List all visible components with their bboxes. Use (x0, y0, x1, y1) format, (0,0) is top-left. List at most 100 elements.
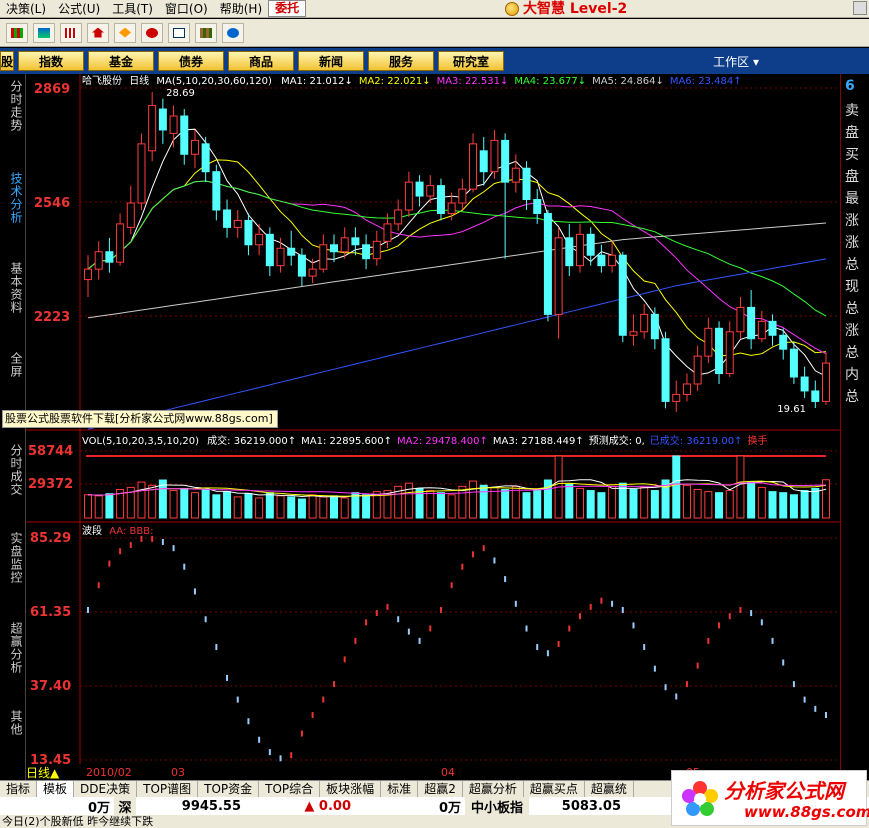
wave-mark (675, 693, 678, 700)
kline-header: 哈飞股份 日线 MA(5,10,20,30,60,120) MA1: 21.01… (82, 74, 742, 87)
toolbar-home-icon[interactable] (87, 22, 109, 43)
volume-bar (789, 494, 798, 519)
toolbar-diamond-icon[interactable] (114, 22, 136, 43)
ma-value: MA2: 22.021↓ (359, 76, 431, 87)
nav-fund[interactable]: 基金 (88, 51, 154, 71)
volume-bar (800, 490, 809, 519)
candle-body (747, 306, 756, 340)
candle-body (158, 108, 167, 131)
toolbar-candles-icon[interactable] (60, 22, 82, 43)
volume-bar (704, 491, 713, 519)
candle-body (479, 150, 488, 173)
candle-body (693, 355, 702, 385)
wave-mark (439, 606, 442, 613)
volume-bar (276, 495, 285, 519)
toolbar-books-icon[interactable] (195, 22, 217, 43)
volume-bar (233, 496, 242, 519)
bottom-tab[interactable]: 指标 (0, 781, 38, 797)
candle-body (779, 334, 788, 350)
tab-fullscreen[interactable]: 全屏 (3, 352, 23, 378)
volume-bar (811, 487, 820, 519)
nav-service[interactable]: 服务 (368, 51, 434, 71)
volume-bar (94, 495, 103, 519)
volume-bar (501, 489, 510, 519)
bottom-tab[interactable]: 超赢分析 (463, 781, 524, 797)
watermark-banner[interactable]: 股票公式股票软件下载[分析家公式网www.88gs.com] (2, 410, 278, 428)
nav-commodity[interactable]: 商品 (228, 51, 294, 71)
quote-label: 涨 (845, 235, 859, 251)
wave-mark (354, 637, 357, 644)
bottom-tab[interactable]: 超赢统 (585, 781, 634, 797)
menu-help[interactable]: 帮助(H) (214, 0, 268, 18)
candle-body (426, 185, 435, 197)
wave-mark (450, 582, 453, 589)
candle-body (244, 219, 253, 246)
nav-stock[interactable]: 股 (0, 51, 14, 71)
wave-mark (279, 755, 282, 762)
quote-label: 6 (845, 78, 855, 94)
candle-body (169, 115, 178, 134)
minimize-icon[interactable] (853, 1, 867, 15)
ma-value: MA1: 21.012↓ (281, 76, 353, 87)
menu-window[interactable]: 窗口(O) (159, 0, 214, 18)
bottom-tab[interactable]: 超赢2 (418, 781, 463, 797)
bottom-tab[interactable]: 板块涨幅 (320, 781, 382, 797)
menu-formula[interactable]: 公式(U) (52, 0, 106, 18)
volume-bar (522, 492, 531, 519)
bottom-tab[interactable]: 标准 (381, 781, 419, 797)
menu-entrust[interactable]: 委托 (268, 0, 307, 17)
bottom-tab[interactable]: 超赢买点 (524, 781, 585, 797)
candle-body (736, 306, 745, 333)
candle-body (618, 254, 627, 336)
volume-bar (255, 497, 264, 519)
wave-mark (664, 684, 667, 691)
tab-trades[interactable]: 分时成交 (3, 444, 23, 496)
site-logo: 分析家公式网 www.88gs.com (671, 770, 869, 826)
wave-mark (461, 563, 464, 570)
toolbar-doc-icon[interactable] (168, 22, 190, 43)
workarea-dropdown[interactable]: 工作区 ▾ (713, 53, 759, 70)
toolbar-circle-icon[interactable] (141, 22, 163, 43)
bottom-tab[interactable]: TOP谱图 (137, 781, 199, 797)
menu-tools[interactable]: 工具(T) (106, 0, 159, 18)
help-icon[interactable] (222, 22, 244, 43)
tab-monitor[interactable]: 实盘监控 (3, 532, 23, 584)
tab-chaoying[interactable]: 超赢分析 (3, 622, 23, 674)
toolbar-chart-icon[interactable] (33, 22, 55, 43)
nav-news[interactable]: 新闻 (298, 51, 364, 71)
logo-line2: www.88gs.com (744, 803, 869, 821)
status-sz-market[interactable]: 深 (114, 796, 136, 816)
vol-field: 换手 (747, 434, 767, 447)
tab-technical[interactable]: 技术分析 (3, 172, 23, 224)
nav-bond[interactable]: 债券 (158, 51, 224, 71)
volume-bar (565, 483, 574, 519)
menu-decision[interactable]: 决策(L) (0, 0, 52, 18)
wave-mark (87, 606, 89, 613)
bottom-tab[interactable]: TOP资金 (198, 781, 260, 797)
wave-mark (600, 597, 603, 604)
candle-body (126, 202, 135, 228)
quote-label: 总 (845, 389, 859, 405)
candle-body (148, 105, 157, 152)
bottom-tab[interactable]: TOP综合 (259, 781, 321, 797)
quote-label: 涨 (845, 323, 859, 339)
wave-mark (696, 662, 699, 669)
toolbar-grid-icon[interactable] (6, 22, 28, 43)
tab-fundamental[interactable]: 基本资料 (3, 262, 23, 314)
quote-label: 最 (845, 191, 859, 207)
quote-label: 总 (845, 345, 859, 361)
bottom-tab[interactable]: DDE决策 (74, 781, 138, 797)
quote-label: 总 (845, 257, 859, 273)
status-sme-market[interactable]: 中小板指 (465, 796, 529, 816)
menu-bar: 决策(L) 公式(U) 工具(T) 窗口(O) 帮助(H) 委托 (0, 0, 869, 18)
volume-bar (319, 496, 328, 519)
bottom-tab[interactable]: 模板 (37, 781, 75, 797)
tab-timeshare[interactable]: 分时走势 (3, 80, 23, 132)
wave-mark (129, 542, 132, 549)
wave-mark (397, 616, 400, 623)
nav-research[interactable]: 研究室 (438, 51, 504, 71)
nav-index[interactable]: 指数 (18, 51, 84, 71)
candle-body (768, 320, 777, 336)
tab-other[interactable]: 其他 (3, 710, 23, 736)
quote-label: 买 (845, 147, 859, 163)
